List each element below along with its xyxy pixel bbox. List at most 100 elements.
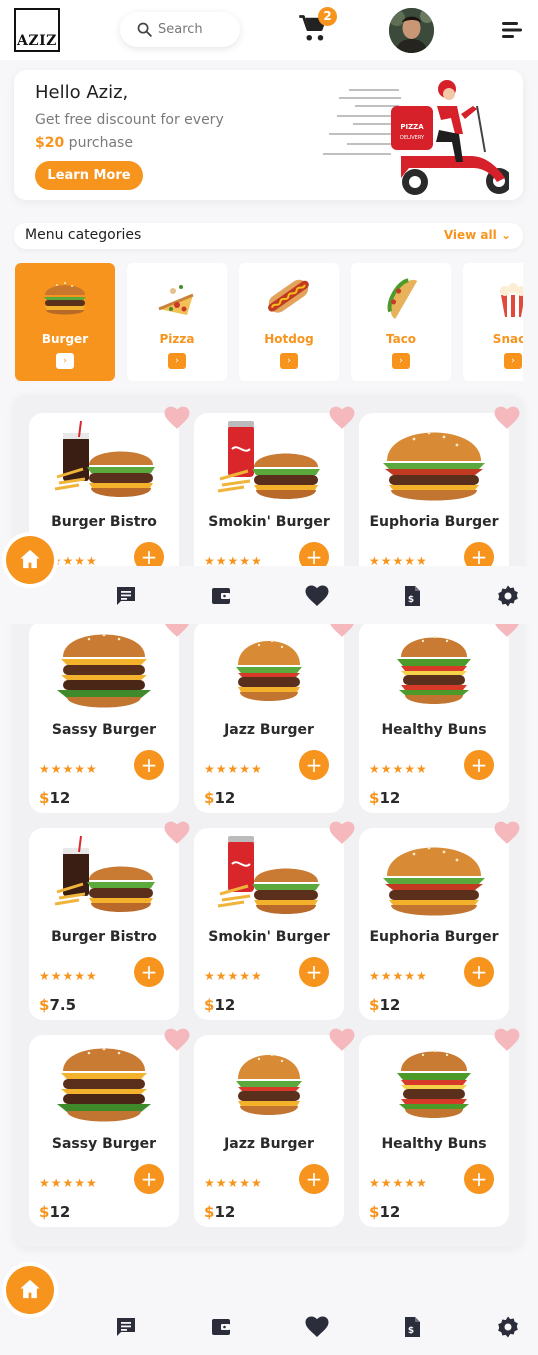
- product-image: [379, 834, 489, 922]
- product-name: Burger Bistro: [51, 514, 157, 530]
- wallet-icon[interactable]: [209, 1315, 233, 1339]
- chevron-right-icon[interactable]: ›: [392, 353, 410, 369]
- favorite-heart-icon[interactable]: [494, 406, 520, 430]
- promo-text: Get free discount for every: [35, 112, 224, 128]
- currency-symbol: $: [369, 996, 380, 1014]
- category-hotdog[interactable]: Hotdog ›: [239, 263, 339, 381]
- receipt-icon[interactable]: $: [400, 584, 424, 608]
- price-value: 12: [49, 789, 71, 807]
- favorite-heart-icon[interactable]: [164, 406, 190, 430]
- product-name: Healthy Buns: [381, 1136, 487, 1152]
- favorite-heart-icon[interactable]: [329, 406, 355, 430]
- add-to-cart-button[interactable]: +: [299, 1164, 329, 1194]
- product-card[interactable]: Jazz Burger ★★★★★ + $12: [194, 621, 344, 813]
- search-box[interactable]: [120, 12, 240, 47]
- wallet-icon[interactable]: [209, 584, 233, 608]
- product-card[interactable]: Healthy Buns ★★★★★ + $12: [359, 1035, 509, 1227]
- home-button[interactable]: [6, 1266, 54, 1314]
- category-label: Snack: [492, 332, 523, 346]
- product-card[interactable]: Sassy Burger ★★★★★ + $12: [29, 621, 179, 813]
- learn-more-button[interactable]: Learn More: [35, 161, 143, 190]
- product-image: [379, 1041, 489, 1129]
- price-value: 12: [379, 996, 401, 1014]
- favorite-heart-icon[interactable]: [164, 1028, 190, 1052]
- price-value: 12: [379, 789, 401, 807]
- favorite-heart-icon[interactable]: [329, 821, 355, 845]
- top-header: AZIZ 2: [0, 0, 538, 60]
- product-name: Smokin' Burger: [208, 514, 330, 530]
- category-carousel[interactable]: Burger › Pizza › Hotdog › Taco › Snack ›: [15, 263, 523, 381]
- category-burger[interactable]: Burger ›: [15, 263, 115, 381]
- product-card[interactable]: Sassy Burger ★★★★★ + $12: [29, 1035, 179, 1227]
- add-to-cart-button[interactable]: +: [134, 1164, 164, 1194]
- add-to-cart-button[interactable]: +: [464, 750, 494, 780]
- currency-symbol: $: [204, 1203, 215, 1221]
- settings-icon[interactable]: [496, 584, 520, 608]
- add-to-cart-button[interactable]: +: [134, 957, 164, 987]
- favorite-heart-icon[interactable]: [494, 821, 520, 845]
- rating-stars: ★★★★★: [369, 1176, 428, 1190]
- search-input[interactable]: [158, 18, 236, 40]
- promo-text-amount: $20 purchase: [35, 135, 133, 151]
- price-value: 12: [214, 1203, 236, 1221]
- add-to-cart-button[interactable]: +: [299, 957, 329, 987]
- favorite-heart-icon[interactable]: [329, 1028, 355, 1052]
- heart-icon[interactable]: [305, 584, 329, 608]
- section-title: Menu categories: [25, 227, 142, 243]
- add-to-cart-button[interactable]: +: [134, 750, 164, 780]
- rating-stars: ★★★★★: [39, 762, 98, 776]
- favorite-heart-icon[interactable]: [494, 1028, 520, 1052]
- discount-amount: $20: [35, 135, 65, 151]
- currency-symbol: $: [39, 996, 50, 1014]
- rating-stars: ★★★★★: [204, 1176, 263, 1190]
- product-price: $12: [204, 789, 235, 807]
- product-name: Healthy Buns: [381, 722, 487, 738]
- receipt-icon[interactable]: $: [400, 1315, 424, 1339]
- category-taco[interactable]: Taco ›: [351, 263, 451, 381]
- category-label: Hotdog: [264, 332, 314, 346]
- chevron-right-icon[interactable]: ›: [280, 353, 298, 369]
- add-to-cart-button[interactable]: +: [299, 750, 329, 780]
- product-card[interactable]: Euphoria Burger ★★★★★ + $12: [359, 828, 509, 1020]
- category-pizza[interactable]: Pizza ›: [127, 263, 227, 381]
- chat-icon[interactable]: [114, 1315, 138, 1339]
- home-button[interactable]: [6, 536, 54, 584]
- product-name: Jazz Burger: [224, 722, 314, 738]
- taco-icon: [387, 278, 418, 320]
- rating-stars: ★★★★★: [39, 969, 98, 983]
- product-card[interactable]: Healthy Buns ★★★★★ + $12: [359, 621, 509, 813]
- chevron-right-icon[interactable]: ›: [168, 353, 186, 369]
- currency-symbol: $: [369, 789, 380, 807]
- avatar[interactable]: [389, 8, 434, 53]
- delivery-scooter-illustration: PIZZA DELIVERY: [323, 80, 509, 195]
- product-image: [49, 834, 159, 922]
- chat-icon[interactable]: [114, 584, 138, 608]
- view-all-link[interactable]: View all ⌄: [444, 228, 511, 242]
- brand-logo[interactable]: AZIZ: [14, 8, 60, 52]
- product-card[interactable]: Smokin' Burger ★★★★★ + $12: [194, 828, 344, 1020]
- chevron-right-icon[interactable]: ›: [56, 353, 74, 369]
- product-image: [49, 1041, 159, 1129]
- currency-symbol: $: [39, 789, 50, 807]
- cart-count-badge: 2: [318, 7, 337, 26]
- home-icon: [20, 549, 40, 569]
- category-snack[interactable]: Snack ›: [463, 263, 523, 381]
- bottom-nav: $: [0, 1297, 538, 1355]
- heart-icon[interactable]: [305, 1315, 329, 1339]
- chevron-right-icon[interactable]: ›: [504, 353, 522, 369]
- add-to-cart-button[interactable]: +: [464, 1164, 494, 1194]
- product-image: [379, 627, 489, 715]
- product-card[interactable]: Jazz Burger ★★★★★ + $12: [194, 1035, 344, 1227]
- svg-text:$: $: [408, 595, 414, 605]
- product-image: [214, 834, 324, 922]
- product-card[interactable]: Burger Bistro ★★★★★ + $7.5: [29, 828, 179, 1020]
- product-price: $12: [369, 996, 400, 1014]
- add-to-cart-button[interactable]: +: [464, 957, 494, 987]
- hamburger-menu-icon[interactable]: [500, 20, 522, 40]
- favorite-heart-icon[interactable]: [164, 821, 190, 845]
- product-name: Jazz Burger: [224, 1136, 314, 1152]
- currency-symbol: $: [204, 789, 215, 807]
- settings-icon[interactable]: [496, 1315, 520, 1339]
- product-image: [379, 419, 489, 507]
- logo-text: AZIZ: [17, 33, 57, 49]
